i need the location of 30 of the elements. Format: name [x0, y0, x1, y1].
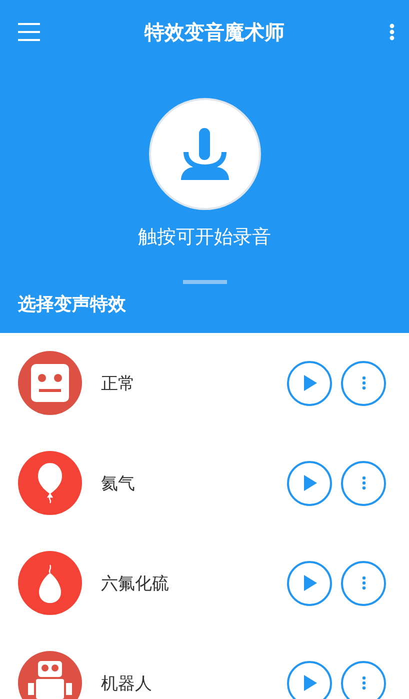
- balloon-icon: [18, 551, 82, 615]
- balloon-icon: [18, 451, 82, 515]
- more-icon: [362, 676, 366, 690]
- more-button[interactable]: [341, 560, 386, 606]
- effect-name: 六氟化硫: [101, 572, 170, 594]
- more-icon: [362, 376, 366, 390]
- more-icon[interactable]: [389, 23, 395, 41]
- effect-name: 机器人: [101, 672, 153, 694]
- more-button[interactable]: [341, 460, 386, 506]
- play-button[interactable]: [287, 360, 332, 406]
- effect-name: 氦气: [101, 472, 136, 494]
- more-button[interactable]: [341, 660, 386, 699]
- play-icon: [302, 475, 316, 491]
- app-title: 特效变音魔术师: [144, 18, 284, 46]
- play-icon: [302, 375, 316, 391]
- record-hint: 触按可开始录音: [138, 225, 271, 250]
- drag-handle[interactable]: [182, 280, 226, 284]
- play-button[interactable]: [287, 660, 332, 699]
- more-button[interactable]: [341, 360, 386, 406]
- robot-face-icon: [18, 351, 82, 415]
- menu-icon[interactable]: [18, 23, 40, 41]
- more-icon: [362, 476, 366, 490]
- play-icon: [302, 575, 316, 591]
- section-title: 选择变声特效: [18, 293, 126, 316]
- effect-name: 正常: [101, 372, 136, 394]
- play-button[interactable]: [287, 560, 332, 606]
- play-button[interactable]: [287, 460, 332, 506]
- play-icon: [302, 675, 316, 691]
- more-icon: [362, 576, 366, 590]
- microphone-icon: [180, 128, 228, 180]
